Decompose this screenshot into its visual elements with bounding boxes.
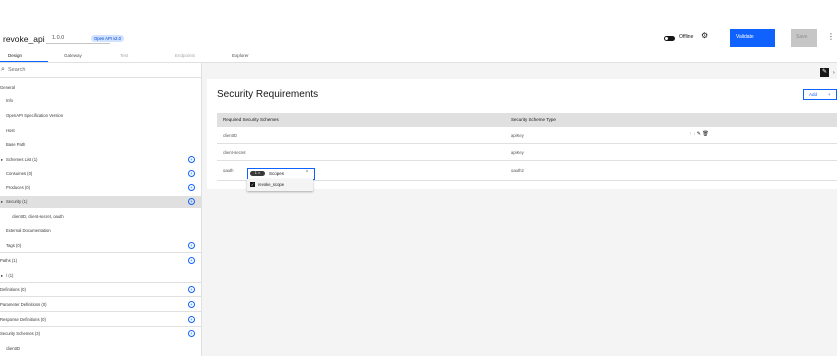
- add-parameter-icon[interactable]: +: [188, 301, 195, 308]
- add-button[interactable]: Add +: [803, 89, 837, 100]
- active-tab-indicator: [0, 61, 48, 62]
- sidebar-item-security[interactable]: ▸ Security (1) +: [0, 196, 201, 208]
- divider: [0, 252, 201, 253]
- spec-version-tag: Open API v2.0: [91, 35, 125, 42]
- divider: [0, 326, 201, 327]
- add-security-icon[interactable]: +: [188, 198, 195, 205]
- overflow-menu-icon[interactable]: ⋮: [827, 33, 835, 41]
- chevron-right-icon: ▸: [1, 273, 4, 278]
- chevron-right-icon: ▸: [1, 199, 4, 204]
- api-title: revoke_api: [3, 34, 45, 44]
- divider: [0, 282, 201, 283]
- tab-test: Test: [120, 53, 129, 58]
- divider: [0, 311, 201, 312]
- chevron-up-icon: ⌃: [305, 170, 310, 176]
- save-label: Save: [796, 34, 808, 40]
- add-definition-icon[interactable]: +: [188, 286, 195, 293]
- validate-button[interactable]: Validate: [730, 29, 775, 47]
- arrow-up-icon[interactable]: ↑: [689, 131, 692, 137]
- add-path-icon[interactable]: +: [188, 257, 195, 264]
- offline-label: Offline: [679, 34, 694, 40]
- type-cell: apiKey: [511, 150, 524, 155]
- scheme-cell: oauth: [223, 168, 234, 173]
- type-cell: oauth2: [511, 168, 524, 173]
- scope-option-label[interactable]: revoke_scope: [258, 182, 284, 187]
- save-button[interactable]: Save: [791, 29, 817, 47]
- scopes-label: Scopes: [269, 171, 285, 176]
- column-header: Security Scheme Type: [511, 117, 556, 122]
- add-produces-icon[interactable]: +: [188, 184, 195, 191]
- add-consumes-icon[interactable]: +: [188, 170, 195, 177]
- table-header: Required Security Schemes Security Schem…: [217, 113, 837, 127]
- version-value: 1.0.0: [52, 35, 65, 41]
- truncated-icon: ›: [833, 70, 835, 76]
- edit-icon[interactable]: ✎: [697, 131, 701, 137]
- plus-icon: +: [828, 92, 831, 97]
- section-title: Security Requirements: [217, 89, 319, 100]
- sidebar: ⌕ Search General Info OpenAPI Specificat…: [0, 63, 202, 356]
- search-placeholder: Search: [8, 67, 26, 73]
- add-response-icon[interactable]: +: [188, 316, 195, 323]
- scheme-cell: client-secret: [223, 150, 246, 155]
- row-actions: ↑ ↓ ✎ 🗑: [689, 131, 709, 137]
- add-tag-icon[interactable]: +: [188, 242, 195, 249]
- divider: [0, 296, 201, 297]
- scheme-cell: clientID: [223, 133, 237, 138]
- top-bar: [0, 0, 837, 52]
- scopes-menu: ✓ revoke_scope: [247, 179, 313, 191]
- column-header: Required Security Schemes: [223, 117, 279, 122]
- add-schemes-icon[interactable]: +: [188, 156, 195, 163]
- table-row[interactable]: clientID apiKey ↑ ↓ ✎ 🗑: [217, 127, 837, 144]
- selected-count-badge[interactable]: 1 ×: [250, 171, 265, 176]
- arrow-down-icon[interactable]: ↓: [693, 131, 696, 137]
- add-label: Add: [809, 92, 818, 97]
- sidebar-search[interactable]: ⌕ Search: [0, 65, 201, 78]
- chevron-right-icon: ▸: [1, 157, 4, 162]
- tab-endpoints: Endpoints: [175, 53, 196, 58]
- search-icon: ⌕: [1, 66, 5, 73]
- settings-gear-icon[interactable]: ⚙: [701, 31, 708, 40]
- tab-gateway[interactable]: Gateway: [64, 53, 82, 58]
- type-cell: apiKey: [511, 133, 524, 138]
- edit-source-icon[interactable]: ✎: [820, 68, 829, 77]
- tab-bar: Design Gateway Test Endpoints Explorer: [0, 52, 837, 63]
- tab-explorer[interactable]: Explorer: [232, 53, 249, 58]
- add-security-scheme-icon[interactable]: +: [188, 330, 195, 337]
- trash-icon[interactable]: 🗑: [702, 131, 708, 137]
- validate-label: Validate: [736, 34, 754, 40]
- checkbox-checked[interactable]: ✓: [250, 182, 255, 187]
- tab-design[interactable]: Design: [8, 53, 22, 58]
- offline-toggle[interactable]: [664, 36, 675, 41]
- table-row[interactable]: client-secret apiKey: [217, 144, 837, 161]
